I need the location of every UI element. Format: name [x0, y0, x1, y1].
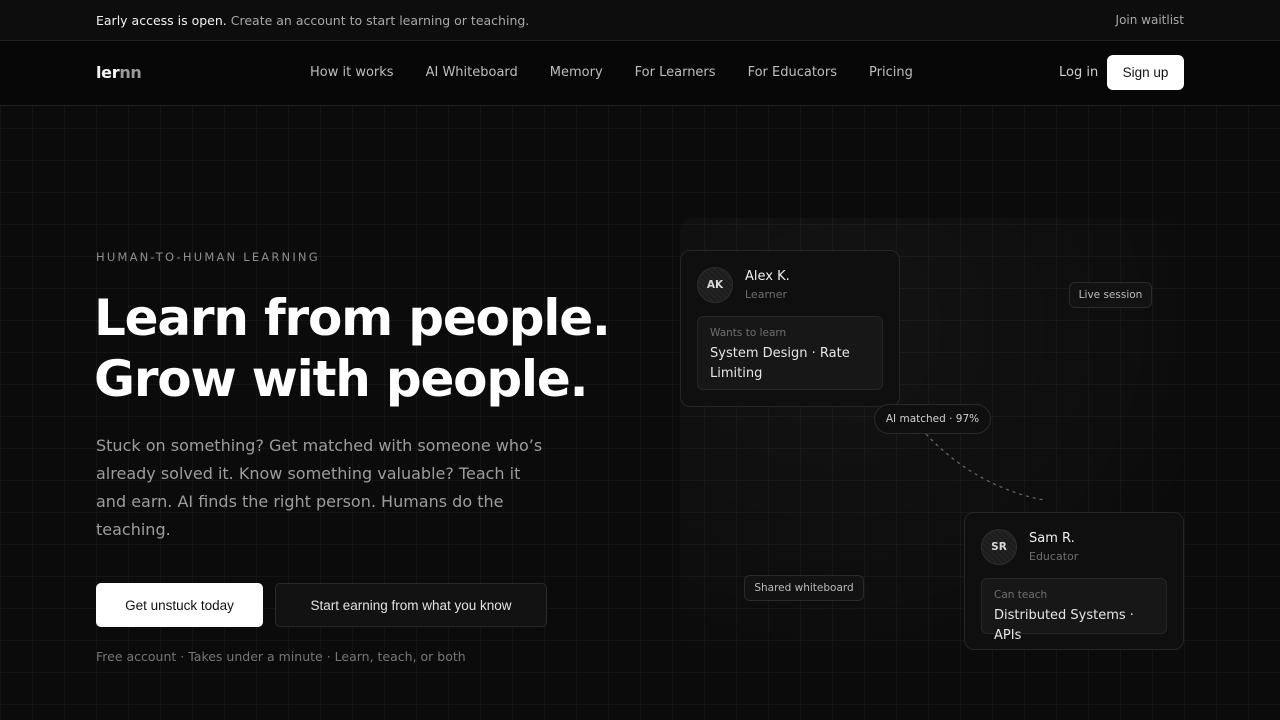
- educator-role: Educator: [1029, 550, 1079, 563]
- logo[interactable]: lernn: [96, 63, 142, 82]
- match-connector-line: [925, 433, 1045, 501]
- headline-line-2: Grow with people.: [94, 350, 589, 408]
- nav-link-memory[interactable]: Memory: [550, 65, 603, 80]
- live-session-badge: Live session: [1069, 282, 1152, 308]
- signup-button[interactable]: Sign up: [1107, 55, 1184, 90]
- hero-headline: Learn from people. Grow with people.: [94, 288, 611, 410]
- announcement-text: Create an account to start learning or t…: [230, 12, 530, 28]
- logo-dim: nn: [119, 63, 142, 82]
- nav-link-for-learners[interactable]: For Learners: [635, 65, 716, 80]
- avatar: SR: [981, 529, 1017, 565]
- hero-footnote: Free account · Takes under a minute · Le…: [96, 649, 466, 664]
- shared-whiteboard-badge: Shared whiteboard: [744, 575, 864, 601]
- educator-name: Sam R.: [1029, 531, 1075, 546]
- skill-value: Distributed Systems · APIs: [994, 608, 1134, 643]
- logo-main: ler: [96, 63, 120, 82]
- announcement-message: Early access is open. Create an account …: [96, 13, 529, 28]
- get-unstuck-button[interactable]: Get unstuck today: [96, 583, 263, 627]
- avatar: AK: [697, 267, 733, 303]
- announcement-strong: Early access is open.: [96, 12, 227, 28]
- top-navigation: lernn How it works AI Whiteboard Memory …: [0, 41, 1280, 106]
- educator-card: SR Sam R. Educator Can teach Distributed…: [964, 512, 1184, 650]
- announcement-bar: Early access is open. Create an account …: [0, 0, 1280, 41]
- learner-goal-box: Wants to learn System Design · Rate Limi…: [697, 316, 883, 390]
- nav-link-ai-whiteboard[interactable]: AI Whiteboard: [426, 65, 518, 80]
- hero-eyebrow: HUMAN-TO-HUMAN LEARNING: [96, 250, 320, 264]
- headline-line-1: Learn from people.: [94, 289, 611, 347]
- start-earning-button[interactable]: Start earning from what you know: [275, 583, 547, 627]
- nav-link-how-it-works[interactable]: How it works: [310, 65, 394, 80]
- learner-role: Learner: [745, 288, 788, 301]
- goal-value: System Design · Rate Limiting: [710, 346, 850, 381]
- hero-subtext: Stuck on something? Get matched with som…: [96, 436, 543, 539]
- skill-label: Can teach: [994, 589, 1048, 601]
- nav-links: How it works AI Whiteboard Memory For Le…: [310, 65, 913, 80]
- nav-link-pricing[interactable]: Pricing: [869, 65, 913, 80]
- learner-card: AK Alex K. Learner Wants to learn System…: [680, 250, 900, 407]
- login-link[interactable]: Log in: [1059, 65, 1098, 80]
- join-waitlist-link[interactable]: Join waitlist: [1116, 13, 1184, 27]
- goal-label: Wants to learn: [710, 327, 787, 339]
- educator-skill-box: Can teach Distributed Systems · APIs: [981, 578, 1167, 643]
- nav-link-for-educators[interactable]: For Educators: [748, 65, 837, 80]
- learner-name: Alex K.: [745, 269, 790, 284]
